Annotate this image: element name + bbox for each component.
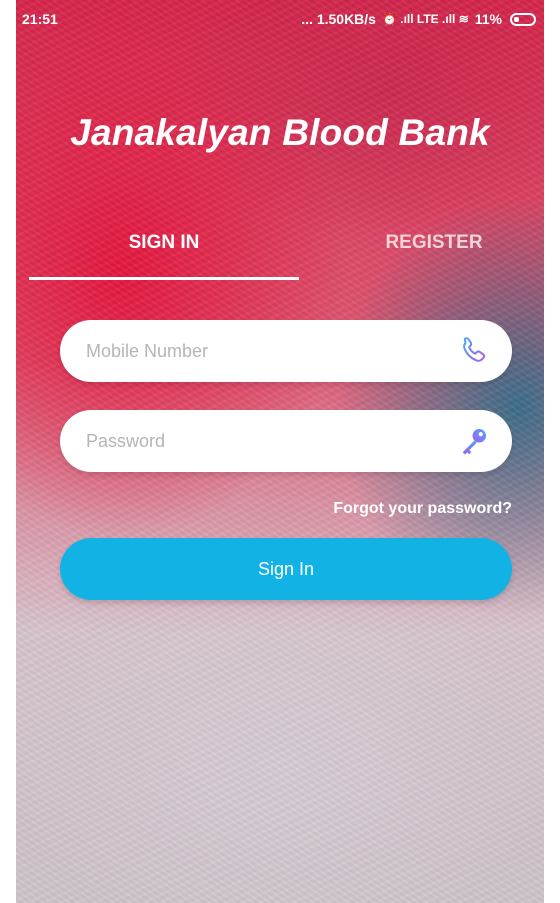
status-indicators: ... 1.50KB/s ⏰ .ıll LTE .ıll ≋ 11% bbox=[301, 11, 536, 27]
tab-sign-in[interactable]: SIGN IN bbox=[29, 226, 299, 280]
tab-sign-in-label: SIGN IN bbox=[128, 232, 200, 253]
password-field[interactable] bbox=[60, 410, 512, 472]
status-time: 21:51 bbox=[22, 11, 58, 27]
key-icon bbox=[454, 421, 494, 461]
battery-icon bbox=[510, 12, 536, 26]
status-bar: 21:51 ... 1.50KB/s ⏰ .ıll LTE .ıll ≋ 11% bbox=[16, 0, 544, 38]
phone-icon bbox=[454, 331, 494, 371]
tab-register[interactable]: REGISTER bbox=[299, 226, 544, 280]
network-speed: ... 1.50KB/s bbox=[301, 11, 376, 27]
mobile-number-input[interactable] bbox=[84, 339, 454, 363]
app-title: Janakalyan Blood Bank bbox=[70, 112, 490, 153]
login-screen: 21:51 ... 1.50KB/s ⏰ .ıll LTE .ıll ≋ 11%… bbox=[16, 0, 544, 903]
sign-in-button[interactable]: Sign In bbox=[60, 538, 512, 600]
password-input[interactable] bbox=[84, 429, 454, 453]
forgot-password-link[interactable]: Forgot your password? bbox=[333, 500, 512, 518]
signal-icons: ⏰ .ıll LTE .ıll ≋ bbox=[381, 12, 469, 26]
tab-register-label: REGISTER bbox=[385, 232, 483, 253]
auth-tabs: SIGN IN REGISTER bbox=[16, 226, 544, 280]
battery-percent: 11% bbox=[474, 11, 502, 27]
active-tab-indicator bbox=[29, 277, 299, 280]
mobile-number-field[interactable] bbox=[60, 320, 512, 382]
